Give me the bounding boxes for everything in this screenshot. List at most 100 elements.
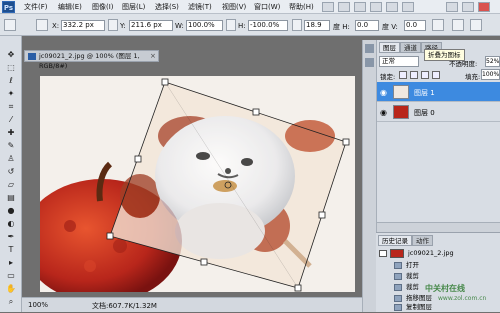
shape-tool-icon[interactable]: ▭ [4,271,18,281]
close-icon[interactable] [478,2,490,12]
tab-actions[interactable]: 动作 [412,235,433,246]
layers-panel: 图层 通道 路径 正常 不透明度: 52% 锁定: 填充: 100% ◉ 图层 … [376,40,500,232]
relative-position-icon[interactable] [108,19,118,31]
menu-help[interactable]: 帮助(H) [289,2,314,12]
history-item-label: 复制图层 [406,303,432,311]
height-scale-field[interactable]: -100.0% [248,20,288,31]
dodge-tool-icon[interactable]: ◐ [4,219,18,229]
zoom-level-icon[interactable] [354,2,366,12]
history-brush-tool-icon[interactable]: ↺ [4,167,18,177]
marquee-tool-icon[interactable]: ⬚ [4,63,18,73]
blend-mode-select[interactable]: 正常 [379,56,419,67]
zoom-tool-icon[interactable]: ⌕ [4,297,18,307]
menu-filter[interactable]: 滤镜(T) [188,2,212,12]
document-canvas[interactable] [40,76,355,292]
clone-stamp-tool-icon[interactable]: ♙ [4,154,18,164]
layer-row-selected[interactable]: ◉ 图层 1 [377,82,500,102]
document-icon [28,53,36,60]
healing-brush-tool-icon[interactable]: ✚ [4,128,18,138]
link-icon[interactable] [226,19,236,31]
history-step-icon [394,304,402,311]
layer-thumbnail [393,105,409,119]
history-step-icon [394,262,402,269]
commit-transform-icon[interactable] [470,19,482,31]
cancel-transform-icon[interactable] [452,19,464,31]
menu-edit[interactable]: 编辑(E) [58,2,82,12]
pen-tool-icon[interactable]: ✒ [4,232,18,242]
document-tab[interactable]: jc09021_2.jpg @ 100% (图层 1, RGB/8#) × [24,50,159,70]
brush-tool-icon[interactable]: ✎ [4,141,18,151]
panel-icon[interactable] [365,44,374,53]
lock-label: 锁定: [380,73,396,81]
close-document-icon[interactable]: × [150,51,156,61]
lock-all-icon[interactable] [432,71,440,79]
opacity-field[interactable]: 52% [485,56,500,67]
lasso-tool-icon[interactable]: ℓ [4,76,18,86]
menu-image[interactable]: 图像(I) [92,2,114,12]
screen-mode-icon[interactable] [402,2,414,12]
status-bar: 100% 文档:607.7K/1.32M [22,297,372,312]
type-tool-icon[interactable]: T [4,245,18,255]
arrange-documents-icon[interactable] [386,2,398,12]
width-scale-field[interactable]: 100.0% [186,20,223,31]
visibility-eye-icon[interactable]: ◉ [380,88,387,97]
photoshop-logo: Ps [2,1,15,13]
bridge-icon[interactable] [322,2,334,12]
crop-tool-icon[interactable]: ⌗ [4,102,18,112]
history-item[interactable]: 复制图层 [376,302,500,313]
history-item-label: 裁剪 [406,283,419,291]
x-position-field[interactable]: 332.2 px [61,20,105,31]
y-position-field[interactable]: 211.6 px [129,20,173,31]
watermark: 中关村在线 [425,284,465,293]
watermark-url: www.zol.com.cn [438,295,487,302]
menu-select[interactable]: 选择(S) [155,2,179,12]
vskew-label: 度 V: [382,23,398,31]
minimize-icon[interactable] [446,2,458,12]
fill-field[interactable]: 100% [481,69,500,80]
menu-layer[interactable]: 图层(L) [122,2,145,12]
magic-wand-tool-icon[interactable]: ✦ [4,89,18,99]
history-step-icon [394,273,402,280]
hand-tool-icon[interactable] [370,2,382,12]
layer-row[interactable]: ◉ 图层 0 [377,102,500,122]
collapsed-panel-strip [362,40,376,312]
menu-view[interactable]: 视图(V) [222,2,246,12]
maximize-icon[interactable] [462,2,474,12]
path-selection-tool-icon[interactable]: ▸ [4,258,18,268]
history-item[interactable]: 打开 [376,260,500,271]
eyedropper-tool-icon[interactable]: ⁄ [4,115,18,125]
tab-history[interactable]: 历史记录 [378,235,412,246]
lock-position-icon[interactable] [421,71,429,79]
menu-file[interactable]: 文件(F) [24,2,48,12]
blur-tool-icon[interactable]: ● [4,206,18,216]
move-tool-icon[interactable]: ✥ [4,50,18,60]
view-extras-icon[interactable] [338,2,350,12]
menu-window[interactable]: 窗口(W) [254,2,280,12]
lock-pixels-icon[interactable] [410,71,418,79]
horizontal-skew-field[interactable]: 0.0 [355,20,379,31]
tab-layers[interactable]: 图层 [379,42,400,53]
toolbox: ✥ ⬚ ℓ ✦ ⌗ ⁄ ✚ ✎ ♙ ↺ ▱ ▤ ● ◐ ✒ T ▸ ▭ ✋ ⌕ [0,36,22,312]
layer-name[interactable]: 图层 1 [414,88,435,98]
history-snapshot[interactable]: jc09021_2.jpg [376,248,500,259]
document-size-info: 文档:607.7K/1.32M [92,302,157,310]
snapshot-source-icon[interactable] [379,250,387,257]
hand-tool-icon-toolbox[interactable]: ✋ [4,284,18,294]
history-item[interactable]: 裁剪 [376,271,500,282]
zoom-level[interactable]: 100% [28,301,48,309]
eraser-tool-icon[interactable]: ▱ [4,180,18,190]
reference-point-icon[interactable] [36,19,48,31]
layer-name[interactable]: 图层 0 [414,108,435,118]
warp-icon[interactable] [432,19,444,31]
angle-field[interactable]: 18.9 [304,20,330,31]
visibility-eye-icon[interactable]: ◉ [380,108,387,117]
tool-preset-icon[interactable] [4,19,16,31]
snapshot-thumbnail [390,249,404,258]
history-step-icon [394,284,402,291]
panel-icon[interactable] [365,58,374,67]
vertical-skew-field[interactable]: 0.0 [404,20,426,31]
gradient-tool-icon[interactable]: ▤ [4,193,18,203]
collapse-to-icons-tooltip: 折叠为图标 [424,49,465,61]
tab-channels[interactable]: 通道 [400,42,421,53]
lock-transparency-icon[interactable] [399,71,407,79]
